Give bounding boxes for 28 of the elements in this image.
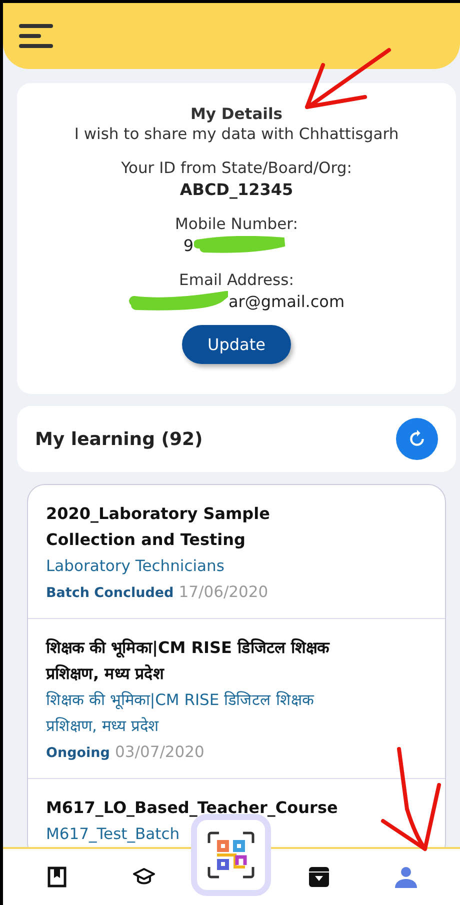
- course-title: M617_LO_Based_Teacher_Course: [46, 797, 339, 819]
- menu-icon[interactable]: [19, 23, 55, 49]
- consent-text: I wish to share my data with Chhattisgarh: [74, 125, 399, 143]
- details-title: My Details: [190, 105, 283, 123]
- field-label: Email Address:: [179, 271, 294, 289]
- course-status: Ongoing: [46, 745, 110, 761]
- learning-title: My learning (92): [35, 428, 203, 450]
- course-date: 03/07/2020: [115, 743, 204, 761]
- bookmark-icon[interactable]: [46, 866, 67, 888]
- person-icon[interactable]: [394, 865, 418, 889]
- field-label: Mobile Number:: [175, 215, 298, 233]
- course-title: 2020_Laboratory Sample Collection and Testing: [46, 503, 271, 551]
- graduation-cap-icon[interactable]: [132, 867, 156, 887]
- course-date: 17/06/2020: [178, 583, 268, 601]
- download-box-icon[interactable]: [308, 866, 330, 888]
- course-status: Batch Concluded: [46, 585, 174, 601]
- field-value: 9: [183, 236, 194, 254]
- update-button[interactable]: Update: [182, 325, 292, 364]
- batch-name: शिक्षक की भूमिका|CM RISE डिजिटल शिक्षक प्रशिक्षण, मध्य प्रदेश: [46, 690, 316, 737]
- field-value: ar@gmail.com: [228, 292, 345, 310]
- field-value: ABCD_12345: [180, 180, 294, 198]
- batch-name: M617_Test_Batch: [46, 824, 181, 845]
- field-label: Your ID from State/Board/Org:: [121, 159, 352, 177]
- refresh-icon: [407, 429, 427, 449]
- qr-scan-icon: [205, 829, 258, 881]
- course-title: शिक्षक की भूमिका|CM RISE डिजिटल शिक्षक प्रशिक्षण, मध्य प्रदेश: [46, 637, 331, 685]
- refresh-button[interactable]: [396, 418, 438, 460]
- batch-name: Laboratory Technicians: [46, 556, 226, 577]
